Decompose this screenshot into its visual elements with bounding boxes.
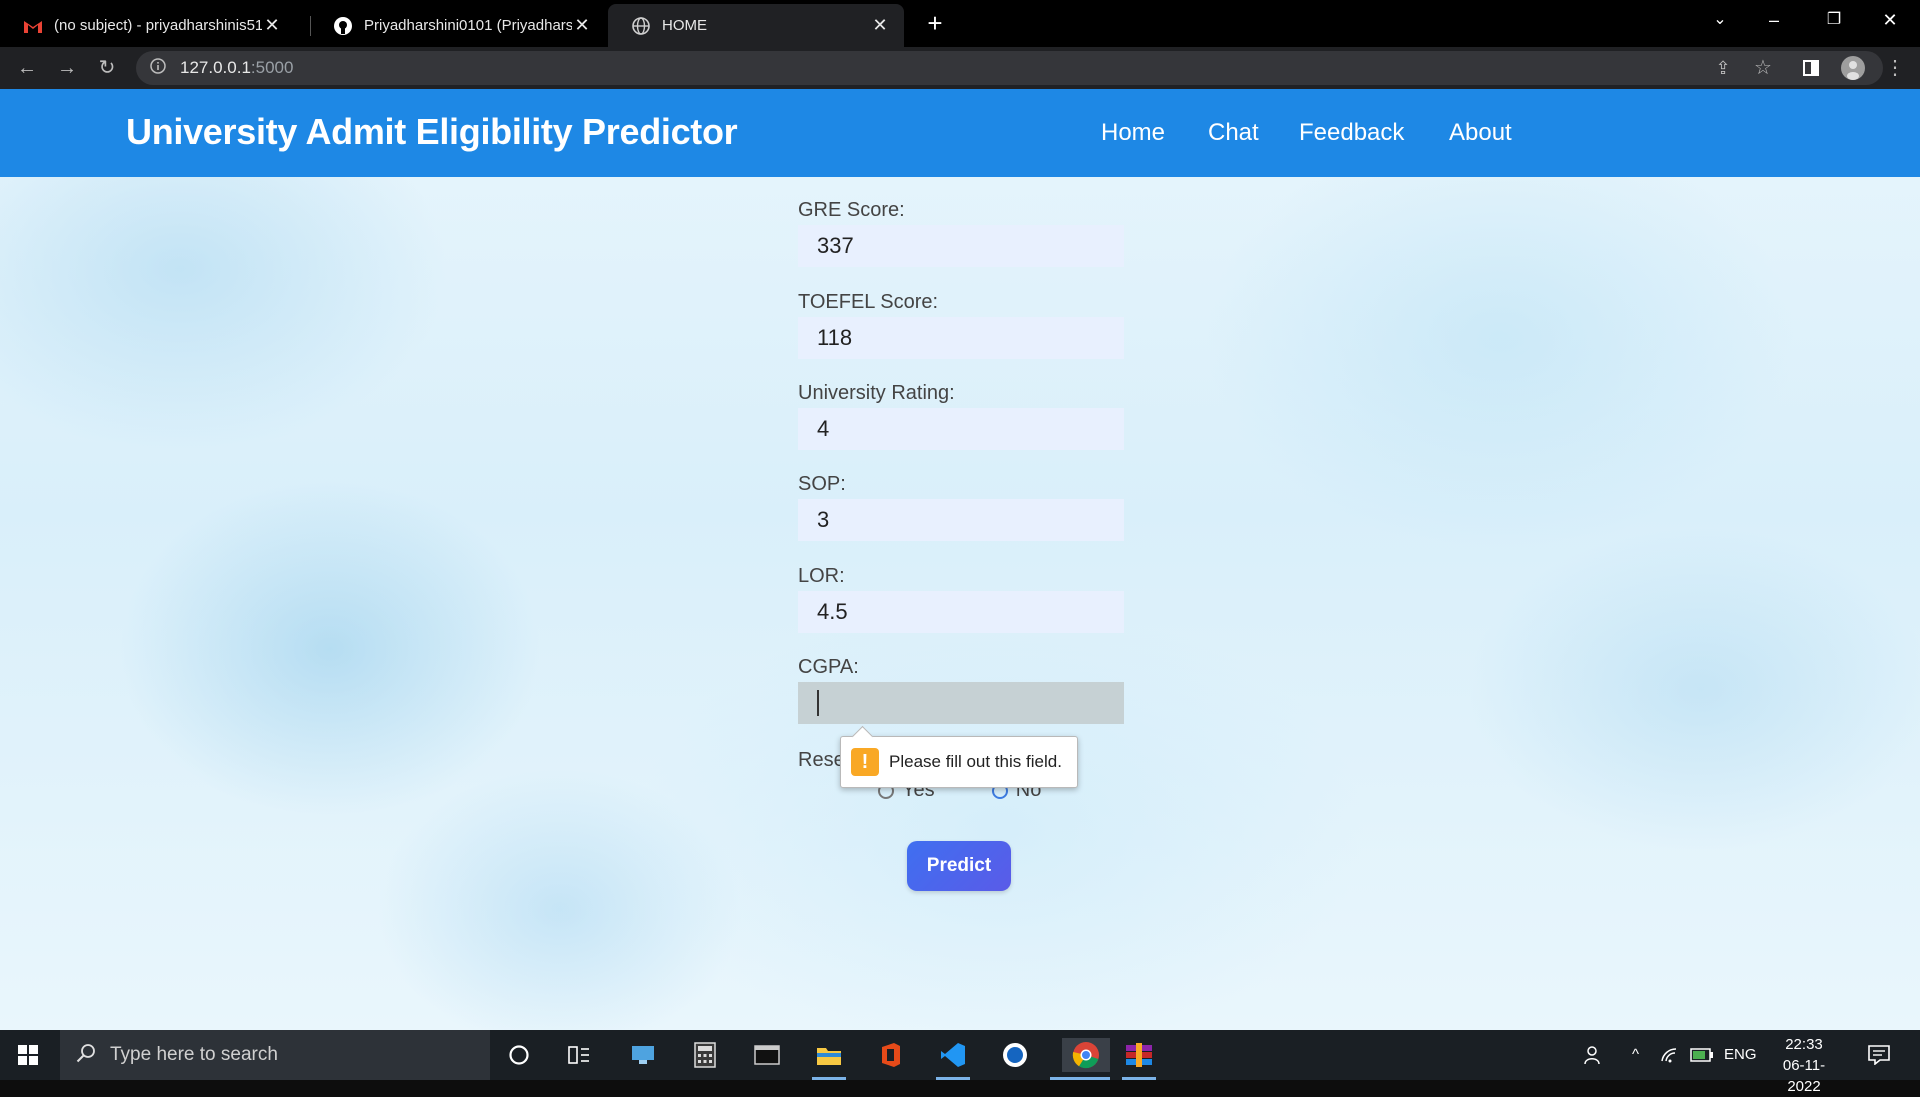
tab-search-icon[interactable]: ⌄	[1692, 0, 1748, 40]
language-indicator[interactable]: ENG	[1724, 1030, 1757, 1080]
vscode-icon[interactable]	[936, 1038, 970, 1072]
close-tab-icon[interactable]: ✕	[572, 15, 592, 36]
tab-title: (no subject) - priyadharshinis510	[54, 17, 262, 34]
windows-taskbar: Type here to search ^ ENG 22:33 06-11-20…	[0, 1030, 1920, 1095]
share-icon[interactable]: ⇪	[1708, 53, 1738, 83]
gmail-icon	[24, 17, 42, 35]
chrome-icon[interactable]	[1062, 1038, 1110, 1072]
clock-time: 22:33	[1785, 1036, 1823, 1053]
toefl-label: TOEFEL Score:	[798, 291, 939, 313]
windows-start-icon[interactable]	[18, 1045, 38, 1065]
university-rating-label: University Rating:	[798, 382, 955, 404]
github-icon	[334, 16, 352, 35]
gre-label: GRE Score:	[798, 199, 905, 221]
show-hidden-icons-icon[interactable]: ^	[1632, 1030, 1639, 1080]
url-port: :5000	[250, 58, 294, 77]
lor-label: LOR:	[798, 565, 845, 587]
reload-icon[interactable]: ↻	[92, 53, 122, 83]
file-explorer-icon[interactable]	[812, 1038, 846, 1072]
back-icon[interactable]: ←	[12, 53, 42, 83]
browser-tab-strip: (no subject) - priyadharshinis510 ✕ Priy…	[0, 0, 1920, 47]
predict-button[interactable]: Predict	[907, 841, 1011, 891]
validation-message: Please fill out this field.	[889, 752, 1062, 771]
page-background: University Admit Eligibility Predictor H…	[0, 89, 1920, 1030]
side-panel-icon[interactable]	[1796, 53, 1826, 83]
word-online-icon[interactable]	[998, 1038, 1032, 1072]
nav-chat[interactable]: Chat	[1208, 119, 1259, 147]
tab-home[interactable]: HOME ✕	[608, 4, 904, 47]
address-bar[interactable]: 127.0.0.1:5000	[136, 51, 1883, 85]
desktop-app-icon[interactable]	[626, 1038, 660, 1072]
close-window-icon[interactable]: ✕	[1862, 0, 1918, 40]
task-view-icon[interactable]	[562, 1038, 596, 1072]
close-tab-icon[interactable]: ✕	[870, 15, 890, 36]
restore-icon[interactable]: ❐	[1806, 0, 1862, 40]
forward-icon[interactable]: →	[52, 53, 82, 83]
site-info-icon[interactable]	[150, 57, 166, 79]
profile-avatar[interactable]	[1838, 53, 1868, 83]
tab-title: Priyadharshini0101 (Priyadharshini	[364, 17, 572, 34]
globe-icon	[632, 16, 650, 35]
site-navbar: University Admit Eligibility Predictor H…	[0, 89, 1920, 177]
cgpa-input[interactable]	[798, 682, 1124, 724]
university-rating-input[interactable]: 4	[798, 408, 1124, 450]
new-tab-icon[interactable]: +	[918, 6, 952, 40]
gre-input[interactable]: 337	[798, 225, 1124, 267]
toefl-input[interactable]: 118	[798, 317, 1124, 359]
winrar-icon[interactable]	[1122, 1038, 1156, 1072]
terminal-icon[interactable]	[750, 1038, 784, 1072]
sop-label: SOP:	[798, 473, 846, 495]
calculator-icon[interactable]	[688, 1038, 722, 1072]
validation-tooltip: ! Please fill out this field.	[840, 725, 1078, 788]
browser-menu-icon[interactable]: ⋮	[1880, 53, 1910, 83]
bookmark-star-icon[interactable]: ☆	[1748, 53, 1778, 83]
research-label: Rese	[798, 749, 845, 771]
clock-date: 06-11-2022	[1782, 1057, 1826, 1095]
nav-feedback[interactable]: Feedback	[1299, 119, 1404, 147]
battery-icon[interactable]	[1690, 1030, 1714, 1080]
close-tab-icon[interactable]: ✕	[262, 15, 282, 36]
tab-title: HOME	[662, 17, 707, 34]
sop-input[interactable]: 3	[798, 499, 1124, 541]
lor-input[interactable]: 4.5	[798, 591, 1124, 633]
taskbar-search-box[interactable]: Type here to search	[60, 1030, 490, 1080]
wifi-icon[interactable]	[1660, 1030, 1680, 1080]
nav-home[interactable]: Home	[1101, 119, 1165, 147]
tab-gmail[interactable]: (no subject) - priyadharshinis510 ✕	[0, 4, 296, 47]
tab-github[interactable]: Priyadharshini0101 (Priyadharshini ✕	[310, 4, 606, 47]
text-caret	[817, 690, 819, 716]
nav-about[interactable]: About	[1449, 119, 1512, 147]
url-host: 127.0.0.1	[180, 58, 251, 77]
search-icon	[76, 1043, 96, 1068]
minimize-icon[interactable]: –	[1746, 0, 1802, 40]
notifications-icon[interactable]	[1868, 1030, 1890, 1080]
cgpa-label: CGPA:	[798, 656, 859, 678]
url-text: 127.0.0.1:5000	[180, 58, 293, 78]
search-placeholder: Type here to search	[110, 1044, 278, 1065]
cortana-icon[interactable]	[502, 1038, 536, 1072]
system-clock[interactable]: 22:33 06-11-2022	[1768, 1034, 1840, 1097]
browser-toolbar: ← → ↻ 127.0.0.1:5000 ⇪ ☆ ⋮	[0, 47, 1920, 89]
site-brand[interactable]: University Admit Eligibility Predictor	[126, 111, 738, 153]
warning-icon: !	[851, 748, 879, 776]
office-icon[interactable]	[874, 1038, 908, 1072]
people-icon[interactable]	[1584, 1030, 1604, 1080]
